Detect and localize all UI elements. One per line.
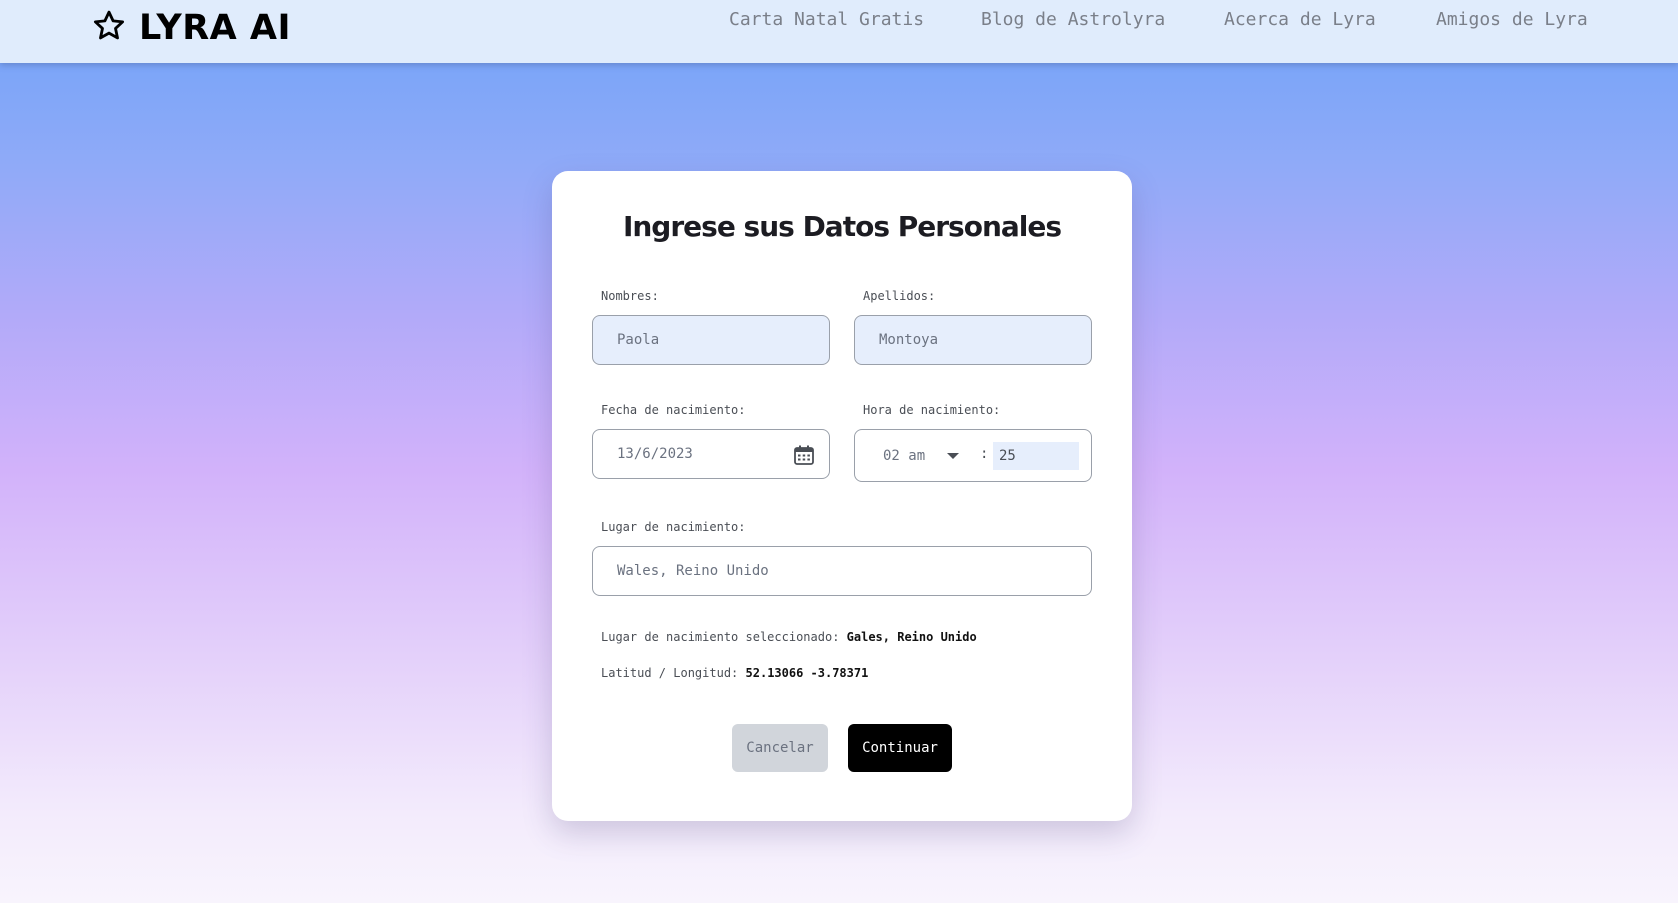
lugar-input[interactable]: Wales, Reino Unido: [592, 546, 1092, 596]
selected-place-label: Lugar de nacimiento seleccionado:: [601, 630, 840, 644]
lugar-label: Lugar de nacimiento:: [601, 520, 746, 534]
top-navbar: LYRA AI Carta Natal Gratis Blog de Astro…: [0, 0, 1678, 63]
apellidos-input[interactable]: Montoya: [854, 315, 1092, 365]
cancel-button[interactable]: Cancelar: [732, 724, 828, 772]
fecha-label: Fecha de nacimiento:: [601, 403, 746, 417]
hora-input: 02 am : 25: [854, 429, 1092, 482]
brand-name: LYRA AI: [139, 8, 292, 48]
calendar-icon[interactable]: [793, 444, 815, 466]
hour-select[interactable]: 02 am: [883, 447, 960, 464]
brand-logo[interactable]: LYRA AI: [92, 8, 291, 48]
lugar-placeholder: Wales, Reino Unido: [617, 563, 769, 579]
page-title: Ingrese sus Datos Personales: [622, 210, 1062, 243]
coordinates-value: 52.13066 -3.78371: [745, 666, 869, 680]
coordinates-info: Latitud / Longitud: 52.13066 -3.78371: [601, 666, 868, 680]
hora-label: Hora de nacimiento:: [863, 403, 1001, 417]
selected-place-value: Gales, Reino Unido: [846, 630, 977, 644]
star-outline-icon: [92, 9, 126, 47]
selected-place-info: Lugar de nacimiento seleccionado: Gales,…: [601, 630, 977, 644]
nombres-input[interactable]: Paola: [592, 315, 830, 365]
coordinates-label: Latitud / Longitud:: [601, 666, 739, 680]
apellidos-label: Apellidos:: [863, 289, 936, 303]
hour-value: 02 am: [883, 447, 926, 464]
minute-input[interactable]: 25: [993, 442, 1079, 470]
nav-link-carta-natal[interactable]: Carta Natal Gratis: [729, 9, 924, 31]
fecha-input[interactable]: 13/6/2023: [592, 429, 830, 479]
nombres-label: Nombres:: [601, 289, 659, 303]
nav-link-amigos[interactable]: Amigos de Lyra: [1436, 9, 1588, 31]
apellidos-value: Montoya: [879, 332, 939, 348]
time-separator: :: [980, 446, 989, 462]
fecha-value: 13/6/2023: [617, 446, 693, 462]
chevron-down-icon: [947, 452, 960, 459]
nombres-value: Paola: [617, 332, 660, 348]
nav-link-blog[interactable]: Blog de Astrolyra: [981, 9, 1165, 31]
nav-link-acerca[interactable]: Acerca de Lyra: [1224, 9, 1376, 31]
continue-button[interactable]: Continuar: [848, 724, 952, 772]
personal-data-card: Ingrese sus Datos Personales Nombres: Pa…: [552, 171, 1132, 821]
